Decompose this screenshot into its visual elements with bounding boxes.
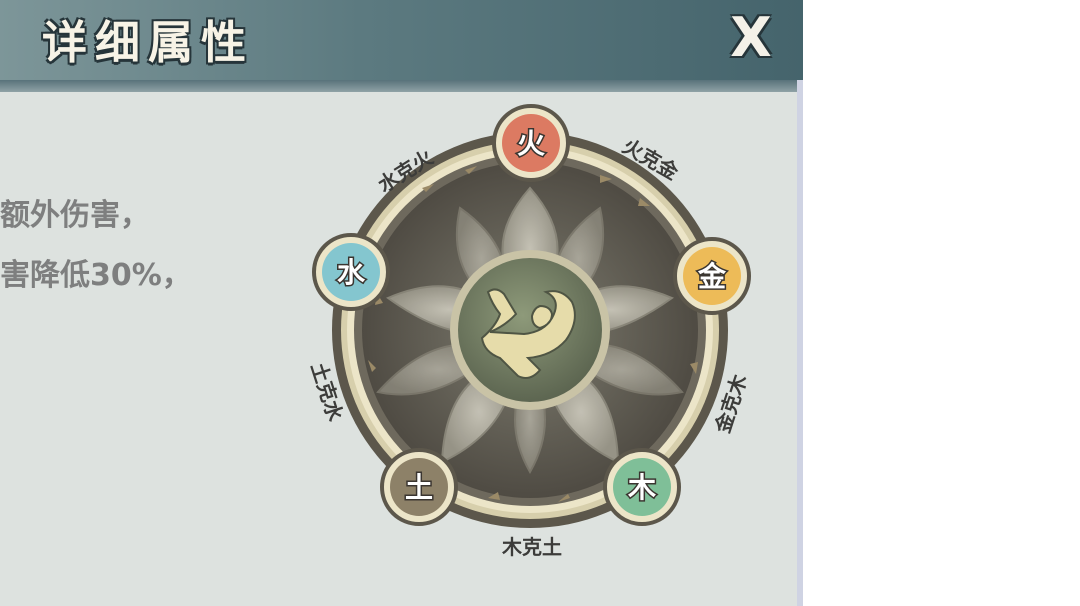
element-water[interactable]: 水 [312, 233, 390, 311]
hub-disc [458, 258, 602, 402]
element-wood-char: 木 [627, 471, 656, 504]
element-wood[interactable]: 木 [603, 448, 681, 526]
element-water-char: 水 [337, 256, 366, 289]
element-metal[interactable]: 金 [673, 237, 751, 315]
panel-header: 详细属性 X [0, 0, 803, 80]
description-line-1: 额外伤害， [0, 198, 150, 233]
element-earth-char: 土 [405, 471, 433, 504]
panel-title: 详细属性 [42, 16, 255, 69]
element-earth[interactable]: 土 [380, 448, 458, 526]
panel-edge [797, 80, 803, 606]
element-fire[interactable]: 火 [492, 104, 570, 182]
attribute-panel: 详细属性 X 额外伤害， 害降低30%， 火 金 木 土 水 水克火 火克金 金… [0, 0, 803, 606]
five-elements-wheel: 火 金 木 土 水 水克火 火克金 金克木 木克土 土克水 [306, 104, 752, 559]
relation-wood-earth: 木克土 [501, 535, 562, 559]
close-button[interactable]: X [718, 4, 784, 72]
description-line-2: 害降低30%， [0, 258, 192, 293]
element-fire-char: 火 [517, 127, 545, 160]
header-divider [0, 80, 803, 92]
element-metal-char: 金 [697, 260, 727, 293]
